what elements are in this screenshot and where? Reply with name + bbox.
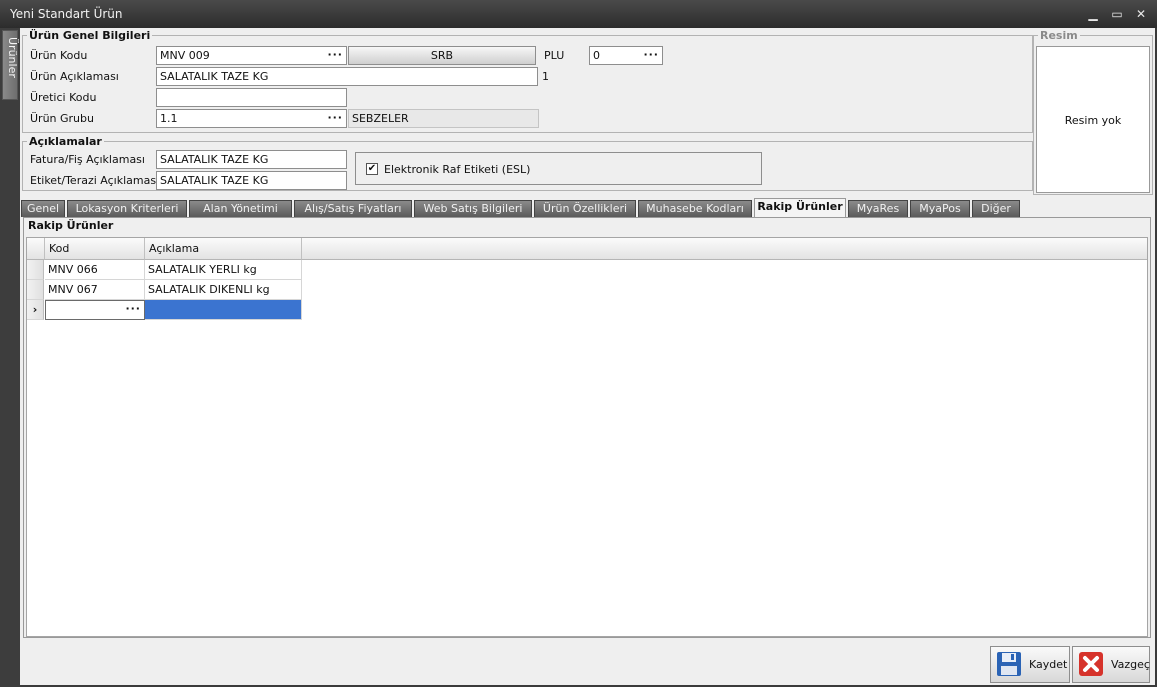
plu-value: 0 xyxy=(593,49,600,62)
srb-button[interactable]: SRB xyxy=(348,46,536,65)
tab-rakip-urunler[interactable]: Rakip Ürünler xyxy=(754,198,846,217)
tab-alis-satis-fiyatlari[interactable]: Alış/Satış Fiyatları xyxy=(294,200,412,217)
genel-legend: Ürün Genel Bilgileri xyxy=(29,29,151,42)
resim-box[interactable]: Resim yok xyxy=(1036,46,1150,193)
tab-muhasebe-kodlari[interactable]: Muhasebe Kodları xyxy=(638,200,752,217)
grup-adi-value: SEBZELER xyxy=(352,112,409,125)
fatura-field[interactable]: SALATALIK TAZE KG xyxy=(156,150,347,169)
tab-web-satis-bilgileri[interactable]: Web Satış Bilgileri xyxy=(414,200,532,217)
grid-indicator-header xyxy=(27,238,45,260)
etiket-label: Etiket/Terazi Açıklaması xyxy=(30,174,160,187)
tab-lokasyon-kriterleri[interactable]: Lokasyon Kriterleri xyxy=(67,200,187,217)
grid-header-filler xyxy=(302,238,1147,260)
close-icon[interactable]: ✕ xyxy=(1132,5,1150,23)
row-indicator xyxy=(27,260,44,280)
plu-label: PLU xyxy=(544,49,565,62)
form-client: Ürün Genel Bilgileri Ürün Kodu MNV 009 ·… xyxy=(20,28,1155,685)
cell-kod[interactable]: MNV 067 xyxy=(45,280,145,300)
tab-diger[interactable]: Diğer xyxy=(972,200,1020,217)
urun-grubu-label: Ürün Grubu xyxy=(30,112,94,125)
column-header-aciklama[interactable]: Açıklama xyxy=(145,238,302,260)
side-tab-urunler[interactable]: Ürünler xyxy=(2,30,19,100)
rakip-urunler-grid[interactable]: Kod Açıklama MNV 066 SALATALIK YERLI kg … xyxy=(26,237,1148,637)
side-panel: Ürünler xyxy=(0,28,20,687)
resim-empty-text: Resim yok xyxy=(1064,114,1122,127)
save-label: Kaydet xyxy=(1029,658,1068,671)
tab-myapos[interactable]: MyaPos xyxy=(910,200,970,217)
side-tab-label: Ürünler xyxy=(6,37,19,78)
esl-checkbox[interactable]: ✔ xyxy=(366,163,378,175)
uretici-kodu-label: Üretici Kodu xyxy=(30,91,97,104)
urun-kodu-field[interactable]: MNV 009 ··· xyxy=(156,46,347,65)
ellipsis-icon[interactable]: ··· xyxy=(327,47,343,62)
tab-urun-ozellikleri[interactable]: Ürün Özellikleri xyxy=(534,200,636,217)
urun-aciklamasi-label: Ürün Açıklaması xyxy=(30,70,119,83)
floppy-icon xyxy=(997,652,1021,676)
footer: Kaydet Vazgeç xyxy=(20,642,1155,685)
row-indicator xyxy=(27,280,44,300)
new-aciklama-cell[interactable] xyxy=(145,300,302,320)
aciklamalar-legend: Açıklamalar xyxy=(29,135,102,148)
cell-kod[interactable]: MNV 066 xyxy=(45,260,145,280)
etiket-value: SALATALIK TAZE KG xyxy=(160,174,269,187)
title-bar: Yeni Standart Ürün ▁ ▭ ✕ xyxy=(0,0,1157,28)
tab-myares[interactable]: MyaRes xyxy=(848,200,908,217)
minimize-icon[interactable]: ▁ xyxy=(1084,5,1102,23)
tab-genel[interactable]: Genel xyxy=(21,200,65,217)
cell-aciklama[interactable]: SALATALIK DIKENLI kg xyxy=(145,280,302,300)
check-icon: ✔ xyxy=(367,163,377,174)
row-pointer-icon: › xyxy=(27,300,44,320)
urun-kodu-value: MNV 009 xyxy=(160,49,210,62)
resim-legend: Resim xyxy=(1040,29,1078,42)
etiket-field[interactable]: SALATALIK TAZE KG xyxy=(156,171,347,190)
ellipsis-icon[interactable]: ··· xyxy=(643,47,659,62)
grup-adi-field: SEBZELER xyxy=(348,109,539,128)
rakip-urunler-title: Rakip Ürünler xyxy=(28,219,114,232)
tab-alan-yonetimi[interactable]: Alan Yönetimi xyxy=(189,200,292,217)
new-kod-editor[interactable]: ··· xyxy=(45,300,145,320)
esl-label: Elektronik Raf Etiketi (ESL) xyxy=(384,163,531,176)
ellipsis-icon[interactable]: ··· xyxy=(327,110,343,125)
aciklama-suffix: 1 xyxy=(542,70,549,83)
maximize-icon[interactable]: ▭ xyxy=(1108,5,1126,23)
plu-field[interactable]: 0 ··· xyxy=(589,46,663,65)
rakip-urunler-pane: Rakip Ürünler Kod Açıklama MNV 066 SALAT… xyxy=(23,217,1151,638)
esl-box: ✔ Elektronik Raf Etiketi (ESL) xyxy=(355,152,762,185)
window-title: Yeni Standart Ürün xyxy=(10,7,123,21)
column-header-kod[interactable]: Kod xyxy=(45,238,145,260)
cancel-label: Vazgeç xyxy=(1111,658,1150,671)
urun-grubu-value: 1.1 xyxy=(160,112,178,125)
urun-kodu-label: Ürün Kodu xyxy=(30,49,88,62)
urun-aciklamasi-value: SALATALIK TAZE KG xyxy=(160,70,269,83)
urun-grubu-field[interactable]: 1.1 ··· xyxy=(156,109,347,128)
ellipsis-icon[interactable]: ··· xyxy=(125,301,141,316)
cancel-x-icon xyxy=(1079,652,1103,676)
fatura-label: Fatura/Fiş Açıklaması xyxy=(30,153,145,166)
cell-aciklama[interactable]: SALATALIK YERLI kg xyxy=(145,260,302,280)
fatura-value: SALATALIK TAZE KG xyxy=(160,153,269,166)
cancel-button[interactable]: Vazgeç xyxy=(1072,646,1150,683)
tab-strip: Genel Lokasyon Kriterleri Alan Yönetimi … xyxy=(20,198,1155,217)
urun-aciklamasi-field[interactable]: SALATALIK TAZE KG xyxy=(156,67,538,86)
uretici-kodu-field[interactable] xyxy=(156,88,347,107)
save-button[interactable]: Kaydet xyxy=(990,646,1070,683)
